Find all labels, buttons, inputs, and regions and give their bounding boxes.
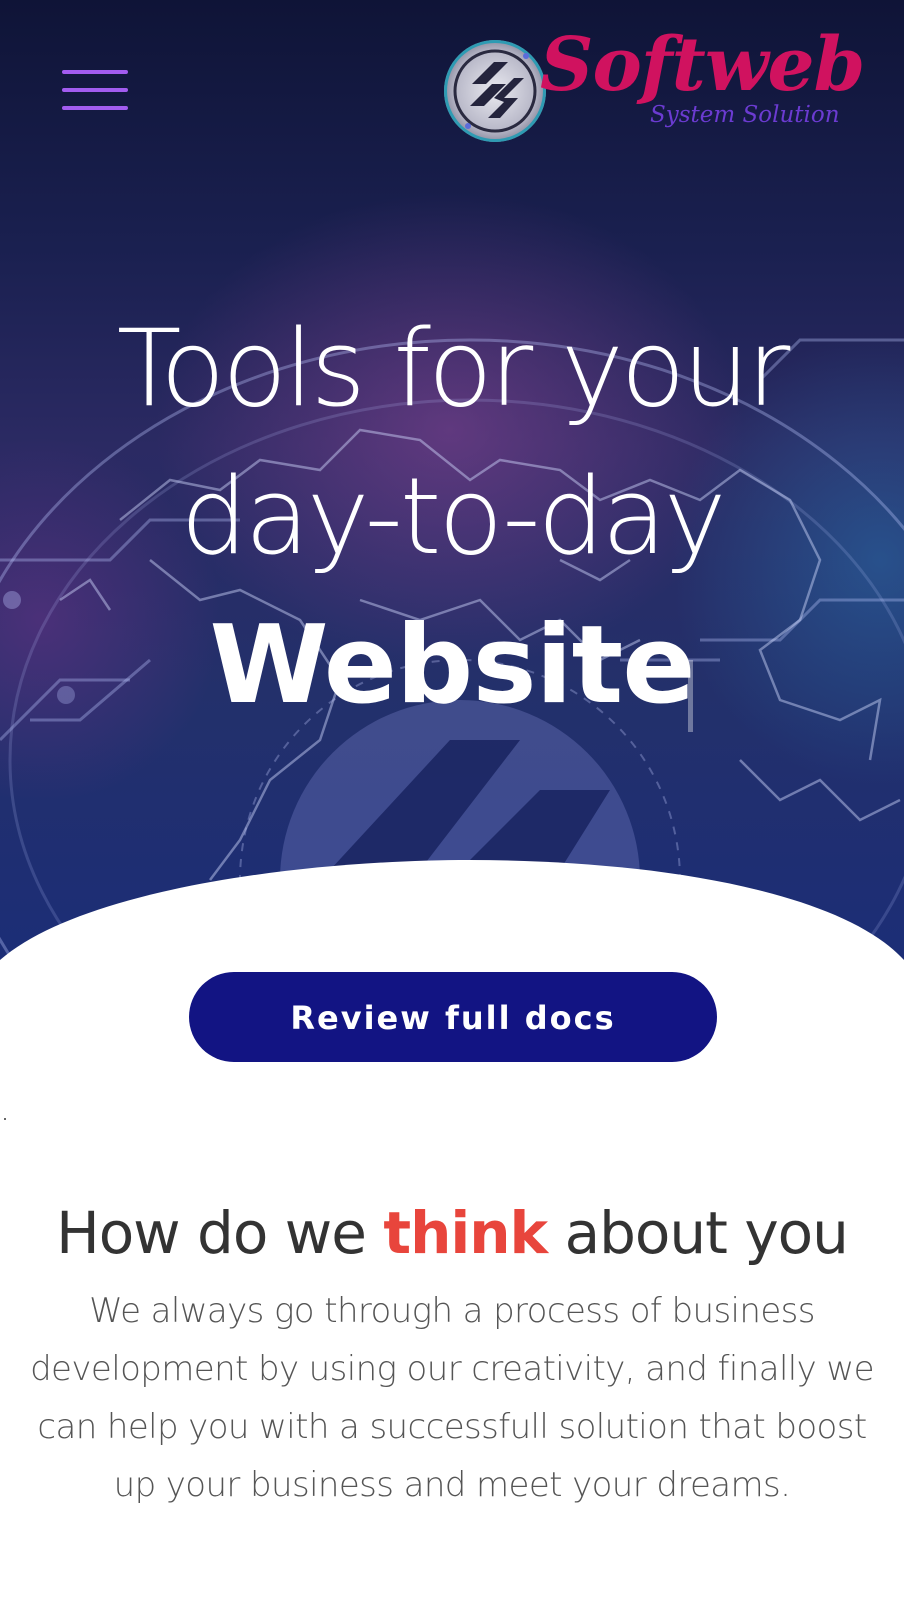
hero-headline: Tools for your day-to-day Website (0, 295, 904, 741)
softweb-logo-icon (444, 40, 546, 142)
about-heading-post: about you (564, 1199, 849, 1267)
about-section: How do we think about you We always go t… (0, 1190, 904, 1514)
brand-name: Softweb (540, 22, 865, 108)
hamburger-menu-icon[interactable] (62, 70, 128, 112)
about-body: We always go through a process of busine… (30, 1291, 874, 1505)
about-heading-pre: How do we (56, 1199, 367, 1267)
hero-line-3: Website (209, 603, 695, 728)
hero-line-1: Tools for your (116, 307, 791, 430)
typing-cursor (688, 660, 693, 732)
about-heading: How do we think about you (0, 1190, 904, 1276)
landing-page: Softweb System Solution Tools for your d… (0, 0, 904, 1600)
review-full-docs-button[interactable]: Review full docs (189, 972, 717, 1062)
about-heading-accent: think (383, 1199, 548, 1267)
hero-line-2: day-to-day (180, 455, 727, 578)
divider-dot (4, 1118, 6, 1120)
brand-logo[interactable]: Softweb System Solution (444, 28, 865, 146)
brand-tagline: System Solution (650, 102, 840, 128)
hero-section: Softweb System Solution Tools for your d… (0, 0, 904, 990)
